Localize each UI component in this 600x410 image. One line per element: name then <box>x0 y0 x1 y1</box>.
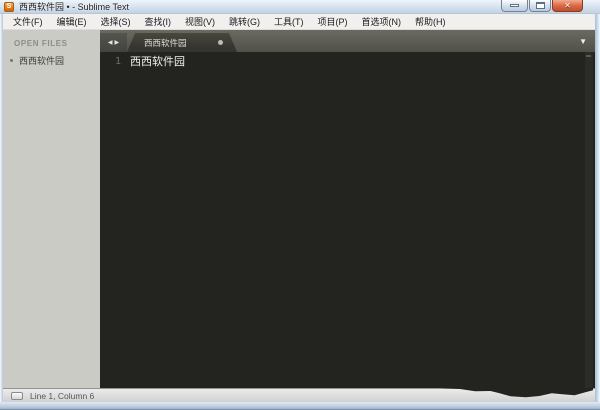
window-border-bottom <box>0 402 600 410</box>
code-line[interactable]: 1 西西软件园 <box>100 52 595 69</box>
close-icon: ✕ <box>564 0 571 10</box>
editor-area[interactable]: 1 西西软件园 <box>100 52 595 388</box>
window-title: 西西软件园 • - Sublime Text <box>19 2 130 12</box>
menu-item[interactable]: 跳转(G) <box>222 13 267 30</box>
window-controls: ✕ <box>500 0 583 12</box>
status-panel-icon <box>11 391 23 400</box>
menu-item[interactable]: 选择(S) <box>94 13 138 30</box>
tab-label: 西西软件园 <box>144 37 187 48</box>
menu-item[interactable]: 工具(T) <box>267 13 311 30</box>
menu-item[interactable]: 帮助(H) <box>408 13 453 30</box>
tab-active[interactable]: 西西软件园 <box>127 33 237 52</box>
tab-scroll-left-icon[interactable]: ◀ <box>108 39 113 46</box>
sidebar-file-name: 西西软件园 <box>19 56 65 66</box>
menu-item[interactable]: 查找(I) <box>138 13 179 30</box>
menu-item[interactable]: 视图(V) <box>178 13 222 30</box>
minimize-icon <box>510 4 519 7</box>
close-button[interactable]: ✕ <box>552 0 583 12</box>
sidebar[interactable]: OPEN FILES 西西软件园 <box>3 30 100 388</box>
minimap[interactable] <box>585 52 593 388</box>
minimize-button[interactable] <box>501 0 528 12</box>
menu-item[interactable]: 项目(P) <box>311 13 355 30</box>
minimap-text-mark <box>586 55 591 57</box>
menubar: 文件(F) 编辑(E) 选择(S) 查找(I) 视图(V) 跳转(G) 工具(T) 项目(P)… <box>3 14 595 30</box>
sidebar-file-item[interactable]: 西西软件园 <box>3 52 100 69</box>
sublime-app-icon[interactable]: S <box>4 1 14 12</box>
code-text: 西西软件园 <box>130 55 185 68</box>
window-border-right <box>595 14 600 410</box>
menu-item[interactable]: 文件(F) <box>6 13 50 30</box>
maximize-button[interactable] <box>529 0 551 12</box>
menu-item[interactable]: 首选项(N) <box>355 13 409 30</box>
chevron-down-icon: ▼ <box>579 36 587 46</box>
cursor-position-text: Line 1, Column 6 <box>30 390 95 401</box>
tab-scroll-buttons[interactable]: ◀ ▶ <box>100 33 127 52</box>
menu-item[interactable]: 编辑(E) <box>50 13 94 30</box>
tabbar: ◀ ▶ 西西软件园 ▼ <box>100 30 595 52</box>
file-modified-dot-icon <box>10 59 13 62</box>
tab-scroll-right-icon[interactable]: ▶ <box>115 39 120 46</box>
tab-modified-dot-icon <box>218 40 223 45</box>
line-number: 1 <box>114 56 121 67</box>
tab-overflow-button[interactable]: ▼ <box>579 30 587 52</box>
maximize-icon <box>535 2 545 9</box>
open-files-header: OPEN FILES <box>14 39 68 48</box>
